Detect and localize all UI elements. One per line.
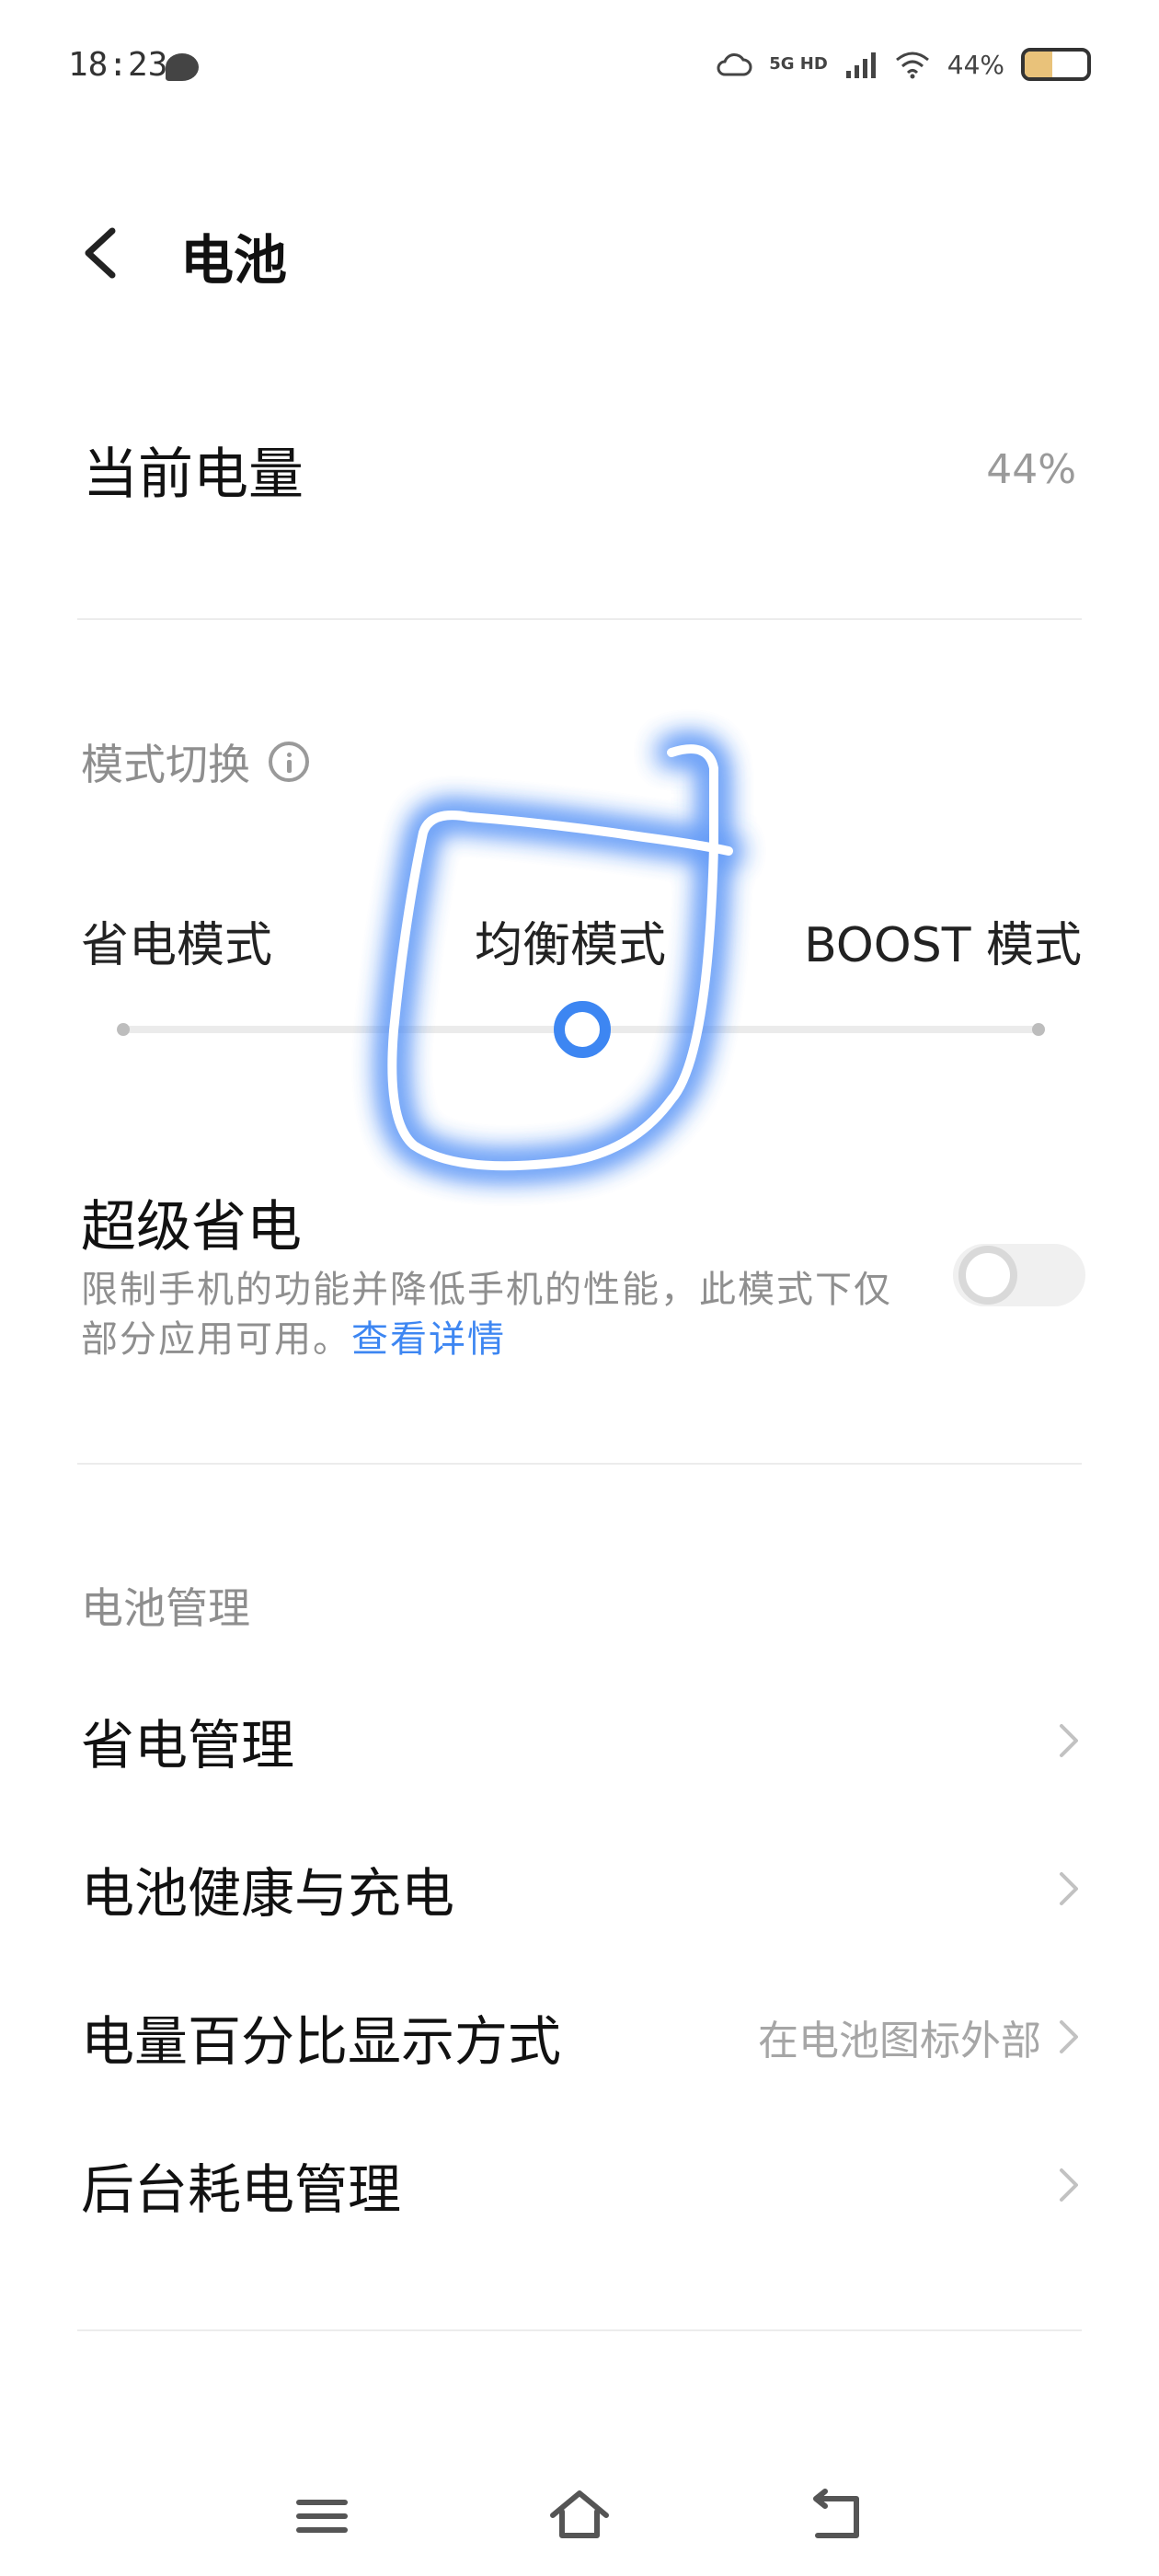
divider <box>77 2329 1082 2331</box>
mode-switch-header: 模式切换 <box>81 731 309 792</box>
mode-switch-title: 模式切换 <box>81 740 250 789</box>
slider-stop-left[interactable] <box>117 1023 130 1036</box>
signal-icon <box>845 52 876 78</box>
status-bar: 18:23 5G HD 44% <box>0 0 1159 138</box>
super-saver-title: 超级省电 <box>81 1195 302 1259</box>
status-time: 18:23 <box>68 46 168 84</box>
current-battery-label: 当前电量 <box>83 442 304 507</box>
network-label: 5G HD <box>769 54 828 74</box>
view-details-link[interactable]: 查看详情 <box>351 1318 506 1361</box>
home-icon[interactable] <box>547 2484 612 2548</box>
battery-management-title: 电池管理 <box>81 1583 250 1633</box>
super-saver-description: 限制手机的功能并降低手机的性能，此模式下仅部分应用可用。查看详情 <box>81 1265 927 1364</box>
list-item-background-power[interactable]: 后台耗电管理 <box>81 2134 1082 2236</box>
back-arrow-icon[interactable] <box>79 225 121 281</box>
chevron-right-icon <box>1060 2020 1078 2053</box>
battery-icon <box>1021 48 1091 81</box>
status-icons: 5G HD 44% <box>716 48 1091 81</box>
battery-percent: 44% <box>947 49 1004 80</box>
mode-boost[interactable]: BOOST 模式 <box>804 906 1082 975</box>
wifi-icon <box>895 52 929 79</box>
page-title: 电池 <box>180 229 288 292</box>
chevron-right-icon <box>1060 1724 1078 1757</box>
super-saver-toggle[interactable] <box>953 1244 1085 1306</box>
list-item-power-saving-management[interactable]: 省电管理 <box>81 1690 1082 1791</box>
cloud-icon <box>717 53 752 76</box>
mode-slider-thumb[interactable] <box>554 1001 611 1058</box>
chevron-right-icon <box>1060 1872 1078 1905</box>
toggle-knob <box>958 1246 1017 1305</box>
slider-stop-right[interactable] <box>1032 1023 1045 1036</box>
list-item-percentage-display[interactable]: 电量百分比显示方式 在电池图标外部 <box>81 1986 1082 2087</box>
mode-balanced[interactable]: 均衡模式 <box>475 906 666 975</box>
battery-level-fill <box>1025 52 1052 77</box>
list-item-label: 后台耗电管理 <box>81 2158 402 2221</box>
current-battery-value: 44% <box>986 445 1076 493</box>
mode-labels: 省电模式 均衡模式 BOOST 模式 <box>81 906 1082 973</box>
chevron-right-icon <box>1060 2168 1078 2202</box>
chat-bubble-icon <box>166 53 199 81</box>
menu-icon[interactable] <box>290 2484 354 2548</box>
list-item-label: 省电管理 <box>81 1714 295 1777</box>
info-icon[interactable] <box>269 742 309 782</box>
list-item-value: 在电池图标外部 <box>758 2018 1041 2064</box>
battery-management-header: 电池管理 <box>81 1575 250 1636</box>
mode-power-saving[interactable]: 省电模式 <box>81 906 272 975</box>
divider <box>77 618 1082 620</box>
divider <box>77 1463 1082 1465</box>
navigation-bar <box>0 2466 1159 2558</box>
back-nav-icon[interactable] <box>805 2484 869 2548</box>
list-item-label: 电池健康与充电 <box>81 1862 455 1925</box>
current-battery-row: 当前电量 44% <box>83 423 1076 515</box>
list-item-battery-health-charging[interactable]: 电池健康与充电 <box>81 1838 1082 1939</box>
list-item-label: 电量百分比显示方式 <box>81 2010 562 2073</box>
